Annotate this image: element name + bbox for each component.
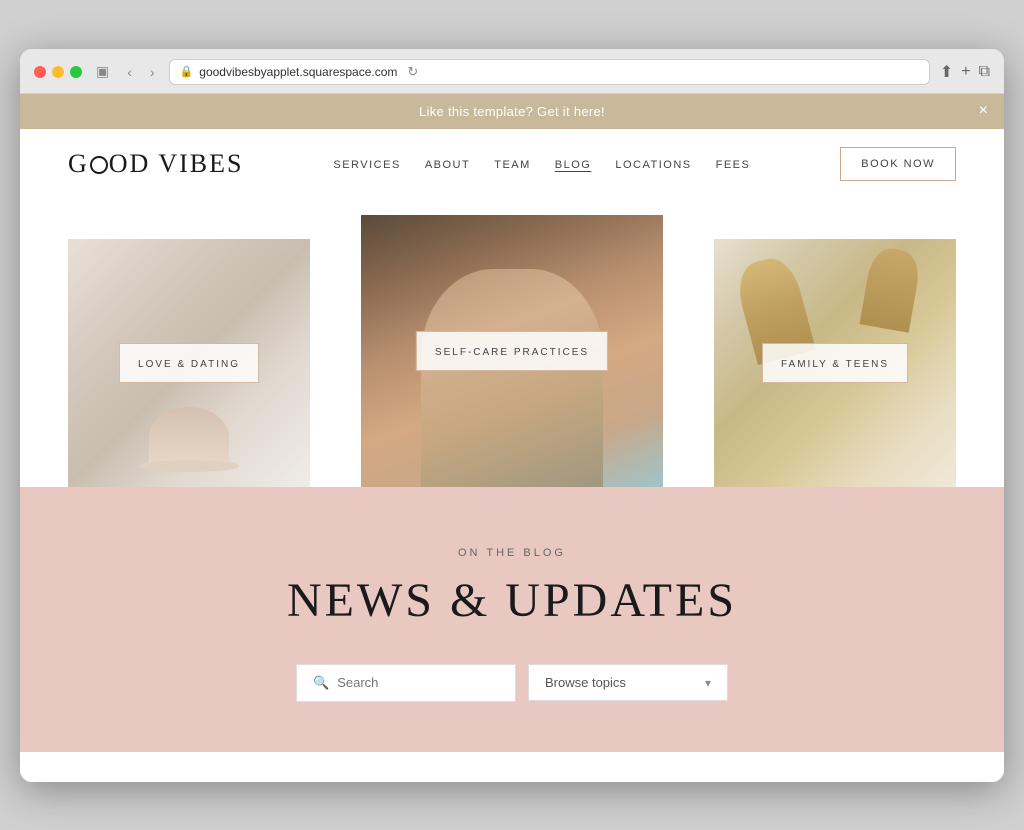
maximize-window-button[interactable] <box>70 66 82 78</box>
blog-overline: ON THE BLOG <box>60 547 964 559</box>
browser-chrome: ▣ ‹ › 🔒 goodvibesbyapplet.squarespace.co… <box>20 49 1004 94</box>
forward-button[interactable]: › <box>146 62 159 82</box>
nav-links: SERVICES ABOUT TEAM BLOG LOCATIONS FEES <box>333 155 750 173</box>
back-button[interactable]: ‹ <box>123 62 136 82</box>
main-navigation: GOD VIBES SERVICES ABOUT TEAM BLOG LOCAT… <box>20 129 1004 199</box>
footer-strip <box>20 752 1004 782</box>
blog-title: NEWS & UPDATES <box>60 573 964 628</box>
category-card-selfcare[interactable]: SELF-CARE PRACTICES <box>361 215 663 487</box>
search-input[interactable] <box>337 675 499 690</box>
nav-item-fees[interactable]: FEES <box>716 155 751 173</box>
address-bar[interactable]: 🔒 goodvibesbyapplet.squarespace.com ↻ <box>169 59 930 85</box>
nav-item-services[interactable]: SERVICES <box>333 155 400 173</box>
blog-search-row: 🔍 Browse topics ▾ <box>60 664 964 702</box>
blog-section: ON THE BLOG NEWS & UPDATES 🔍 Browse topi… <box>20 487 1004 752</box>
chevron-down-icon: ▾ <box>705 676 711 690</box>
search-icon: 🔍 <box>313 675 329 691</box>
browser-window: ▣ ‹ › 🔒 goodvibesbyapplet.squarespace.co… <box>20 49 1004 782</box>
url-text: goodvibesbyapplet.squarespace.com <box>199 65 397 79</box>
hero-images-section: LOVE & DATING SELF-CARE PRACTICES FAMILY… <box>20 199 1004 487</box>
duplicate-button[interactable]: ⧉ <box>979 63 990 81</box>
minimize-window-button[interactable] <box>52 66 64 78</box>
sidebar-toggle-button[interactable]: ▣ <box>92 61 113 82</box>
family-teens-label: FAMILY & TEENS <box>762 343 908 383</box>
browser-actions: ⬆ + ⧉ <box>940 62 990 82</box>
book-now-button[interactable]: BOOK NOW <box>840 147 956 181</box>
announcement-text: Like this template? Get it here! <box>419 104 605 119</box>
reload-icon: ↻ <box>407 64 418 80</box>
announcement-close-button[interactable]: × <box>979 102 988 120</box>
share-button[interactable]: ⬆ <box>940 62 953 82</box>
category-card-love-dating[interactable]: LOVE & DATING <box>68 239 310 487</box>
search-box[interactable]: 🔍 <box>296 664 516 702</box>
announcement-bar: Like this template? Get it here! × <box>20 94 1004 129</box>
browse-topics-dropdown[interactable]: Browse topics ▾ <box>528 664 728 701</box>
lock-icon: 🔒 <box>180 65 194 78</box>
new-tab-button[interactable]: + <box>961 63 970 81</box>
site-logo[interactable]: GOD VIBES <box>68 149 243 179</box>
love-dating-label: LOVE & DATING <box>119 343 259 383</box>
nav-item-about[interactable]: ABOUT <box>425 155 470 173</box>
nav-item-locations[interactable]: LOCATIONS <box>615 155 691 173</box>
category-card-family-teens[interactable]: FAMILY & TEENS <box>714 239 956 487</box>
browse-topics-label: Browse topics <box>545 675 626 690</box>
selfcare-label: SELF-CARE PRACTICES <box>416 331 608 371</box>
nav-item-team[interactable]: TEAM <box>494 155 531 173</box>
close-window-button[interactable] <box>34 66 46 78</box>
site-wrapper: Like this template? Get it here! × GOD V… <box>20 94 1004 782</box>
nav-item-blog[interactable]: BLOG <box>555 155 592 173</box>
traffic-lights <box>34 66 82 78</box>
